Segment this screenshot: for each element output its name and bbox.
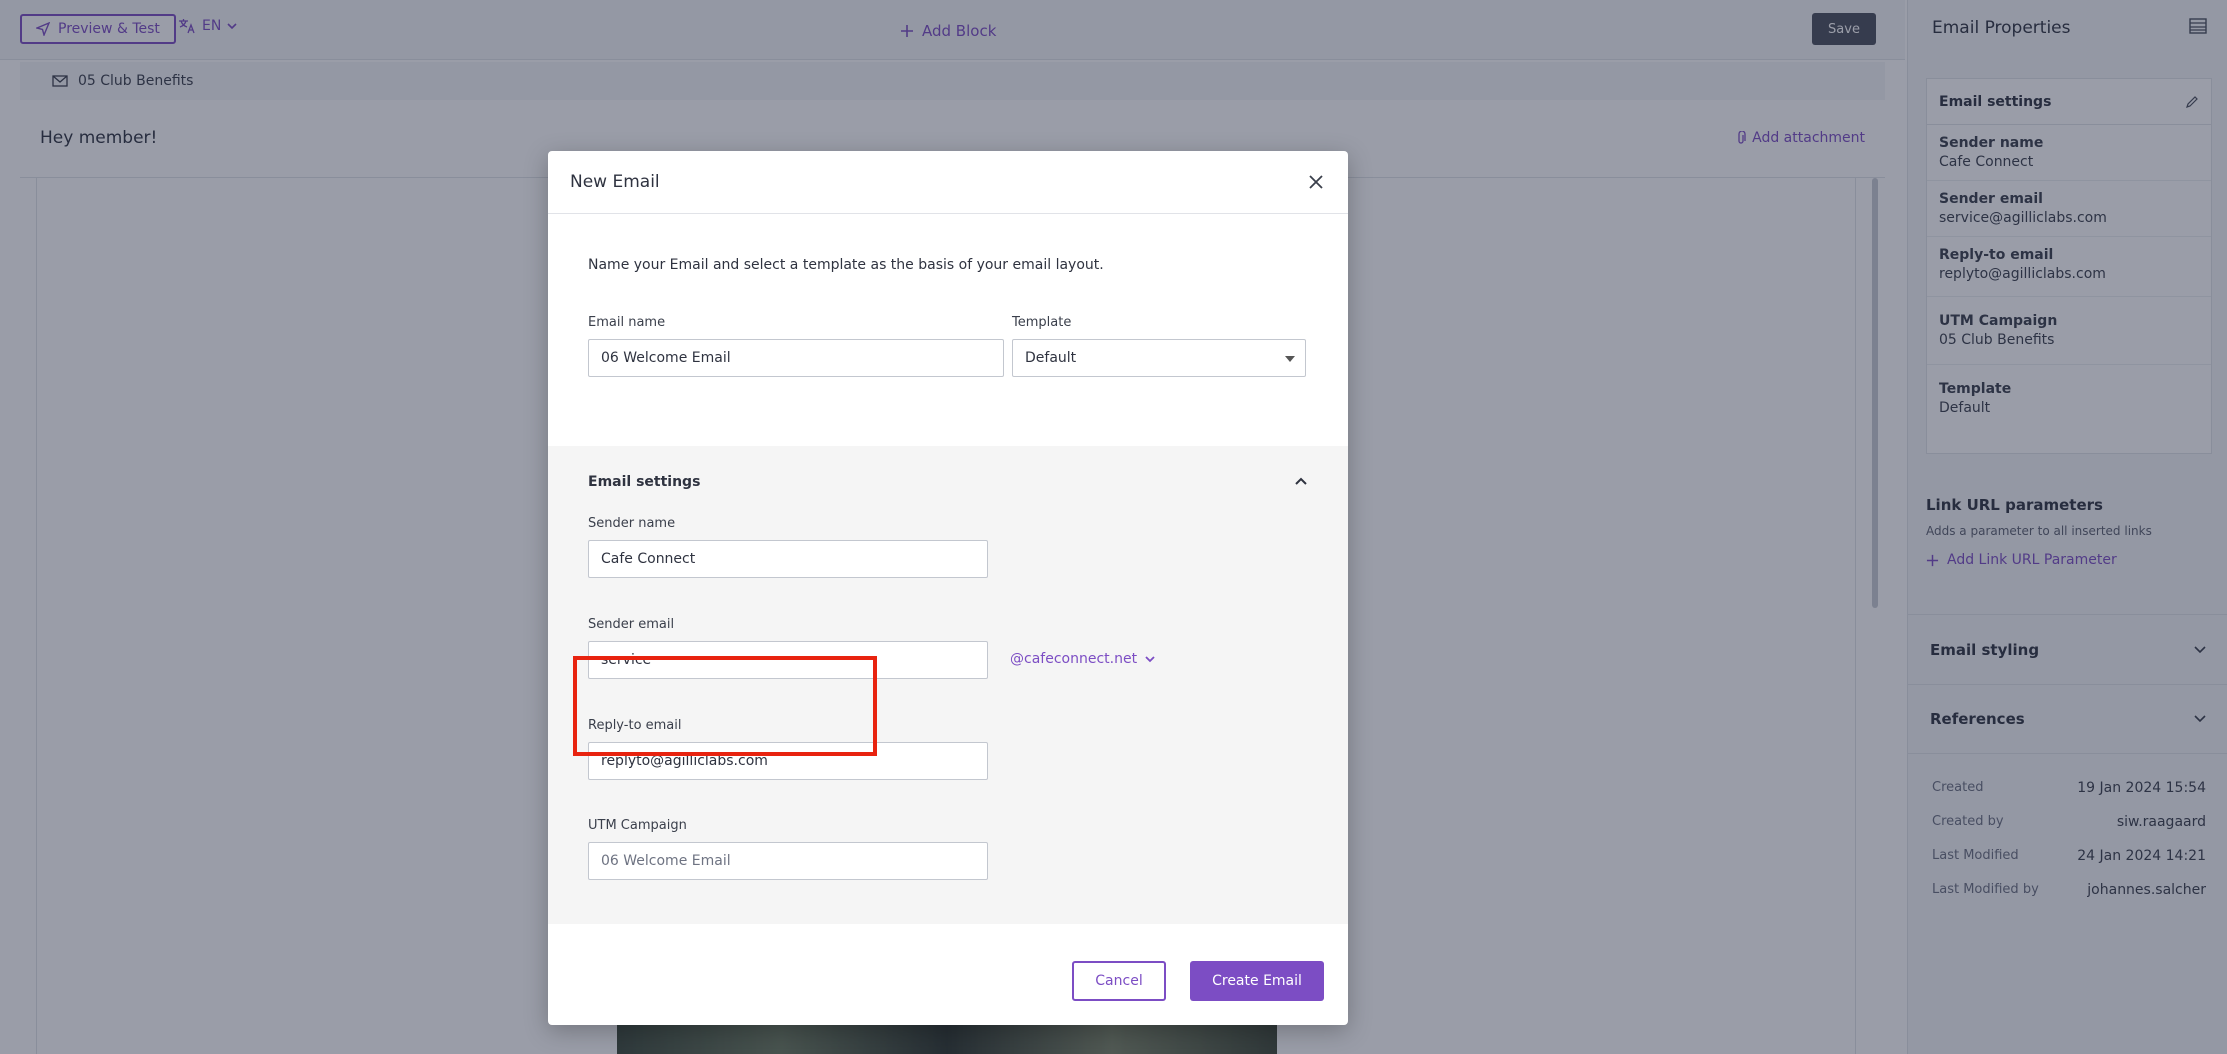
dialog-header: New Email	[548, 151, 1348, 214]
template-label: Template	[1012, 315, 1072, 330]
sender-email-label: Sender email	[588, 617, 675, 632]
chevron-up-icon[interactable]	[1294, 476, 1308, 486]
template-selected-value: Default	[1025, 350, 1077, 366]
email-name-label: Email name	[588, 315, 666, 330]
dialog-intro-text: Name your Email and select a template as…	[588, 257, 1104, 273]
utm-campaign-highlight	[573, 656, 877, 756]
sender-name-label: Sender name	[588, 516, 676, 531]
dropdown-arrow-icon	[1285, 356, 1295, 362]
email-settings-heading: Email settings	[588, 474, 701, 490]
dialog-title: New Email	[570, 172, 660, 192]
close-icon[interactable]	[1306, 172, 1326, 192]
chevron-down-icon	[1145, 656, 1155, 663]
sender-name-input[interactable]: Cafe Connect	[588, 540, 988, 578]
utm-campaign-input[interactable]: 06 Welcome Email	[588, 842, 988, 880]
sender-domain-value: @cafeconnect.net	[1010, 651, 1138, 667]
cancel-button[interactable]: Cancel	[1072, 961, 1166, 1001]
template-select[interactable]: Default	[1012, 339, 1306, 377]
sender-domain-dropdown[interactable]: @cafeconnect.net	[1010, 651, 1155, 667]
new-email-dialog: New Email Name your Email and select a t…	[548, 151, 1348, 1025]
email-name-input[interactable]: 06 Welcome Email	[588, 339, 1004, 377]
utm-campaign-label: UTM Campaign	[588, 818, 687, 833]
create-email-button[interactable]: Create Email	[1190, 961, 1324, 1001]
